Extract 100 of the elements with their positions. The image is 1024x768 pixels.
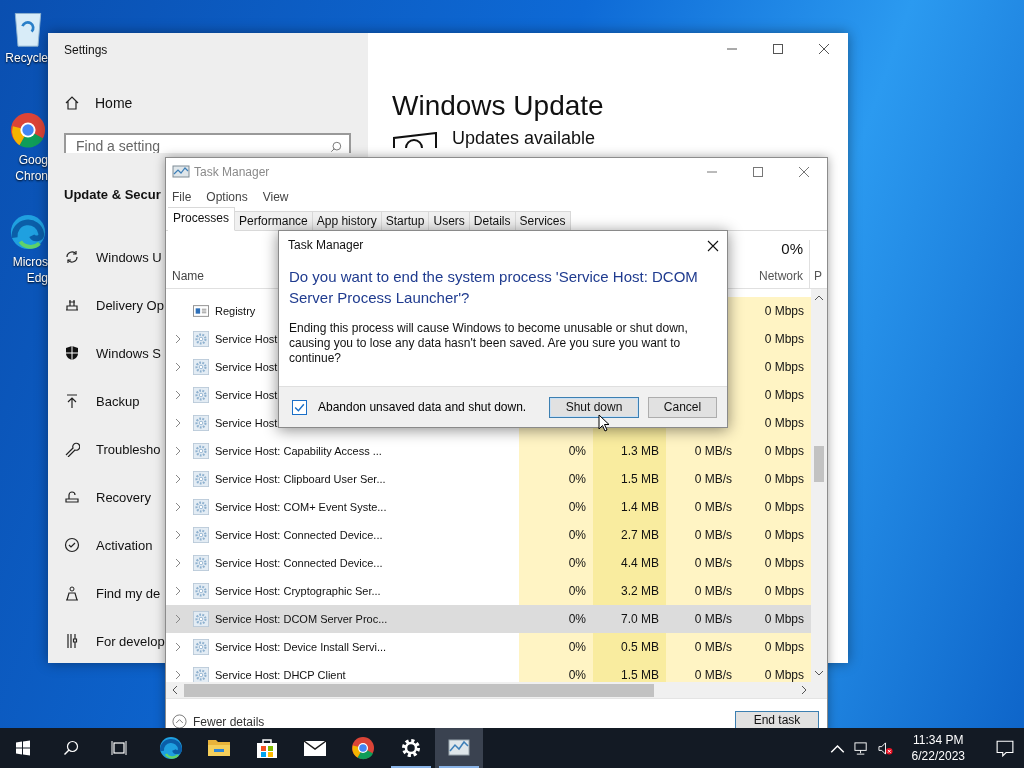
gear-icon	[193, 583, 209, 599]
shut-down-button[interactable]: Shut down	[549, 396, 639, 418]
horizontal-scrollbar[interactable]	[166, 682, 827, 698]
tab[interactable]: Performance	[234, 211, 313, 230]
nav-item[interactable]: Find my de	[64, 584, 161, 602]
chevron-icon[interactable]	[175, 586, 181, 596]
desktop-icon-label: Micros	[12, 254, 48, 270]
chevron-icon[interactable]	[175, 446, 181, 456]
table-cell: 3.2 MB	[593, 577, 666, 605]
process-name: Service Host: Connected Device...	[215, 557, 383, 569]
table-cell: 0%	[519, 549, 593, 577]
collapse-icon	[172, 714, 187, 729]
table-cell: 0 MB/s	[666, 549, 739, 577]
checkbox-label[interactable]: Abandon unsaved data and shut down.	[318, 400, 527, 414]
nav-item[interactable]: For develop	[64, 632, 165, 650]
process-row[interactable]: Service Host: Connected Device... 0% 2.7 MB 0 MB/s 0 Mbps	[166, 521, 811, 549]
tab[interactable]: Processes	[168, 207, 236, 231]
nav-item[interactable]: Windows S	[64, 344, 162, 362]
column-header[interactable]: P	[810, 269, 822, 288]
edge-icon	[159, 736, 183, 760]
chevron-icon[interactable]	[175, 362, 181, 372]
table-cell: 0%	[519, 437, 593, 465]
gear-icon	[193, 443, 209, 459]
scrollbar-thumb[interactable]	[814, 446, 824, 482]
window-title: Task Manager	[194, 165, 270, 179]
table-cell: 0.5 MB	[593, 633, 666, 661]
process-row[interactable]: Service Host: Clipboard User Ser... 0% 1.5 MB 0 MB/s 0 Mbps	[166, 465, 811, 493]
close-icon[interactable]	[818, 43, 830, 55]
chevron-icon[interactable]	[175, 558, 181, 568]
tab[interactable]: Services	[514, 211, 571, 230]
tab[interactable]: Details	[468, 211, 516, 230]
gear-icon	[193, 415, 209, 431]
chevron-icon[interactable]	[175, 334, 181, 344]
desktop-icon-label: Goog	[18, 152, 48, 168]
gear-icon	[193, 667, 209, 682]
registry-icon	[193, 303, 209, 319]
column-header[interactable]: 0% Network	[738, 240, 810, 288]
process-row[interactable]: Service Host: Cryptographic Ser... 0% 3.2 MB 0 MB/s 0 Mbps	[166, 577, 811, 605]
tools-icon	[64, 633, 80, 649]
taskbar-button[interactable]	[435, 728, 483, 768]
menu-item[interactable]: View	[262, 190, 289, 204]
menu-item[interactable]: Options	[206, 190, 248, 204]
network-icon[interactable]	[853, 740, 869, 756]
process-row[interactable]: Service Host: Capability Access ... 0% 1.3 MB 0 MB/s 0 Mbps	[166, 437, 811, 465]
tab[interactable]: App history	[311, 211, 382, 230]
process-name: Service Host: Clipboard User Ser...	[215, 473, 386, 485]
scroll-up-icon[interactable]	[814, 295, 824, 301]
cancel-button[interactable]: Cancel	[648, 396, 717, 418]
gear-icon	[193, 387, 209, 403]
gear-icon	[399, 736, 423, 760]
process-row[interactable]: Service Host: Device Install Servi... 0% 0.5 MB 0 MB/s 0 Mbps	[166, 633, 811, 661]
nav-item[interactable]: Troublesho	[64, 440, 161, 458]
nav-item[interactable]: Recovery	[64, 488, 151, 506]
notification-icon[interactable]	[996, 739, 1014, 757]
desktop-icon-label: Recycle	[5, 50, 48, 66]
chrome-icon[interactable]	[9, 110, 47, 150]
clock[interactable]: 11:34 PM 6/22/2023	[901, 732, 975, 764]
close-icon[interactable]	[707, 240, 719, 252]
chevron-icon[interactable]	[175, 614, 181, 624]
scroll-down-icon[interactable]	[814, 670, 824, 676]
vertical-scrollbar[interactable]	[811, 289, 827, 682]
checkbox[interactable]	[292, 399, 307, 415]
edge-icon[interactable]	[9, 212, 47, 252]
chevron-icon[interactable]	[175, 502, 181, 512]
chevron-icon[interactable]	[175, 418, 181, 428]
process-row[interactable]: Service Host: Connected Device... 0% 4.4 MB 0 MB/s 0 Mbps	[166, 549, 811, 577]
tab[interactable]: Startup	[380, 211, 430, 230]
home-link[interactable]: Home	[64, 95, 133, 111]
menu-item[interactable]: File	[172, 190, 192, 204]
chevron-icon[interactable]	[175, 474, 181, 484]
table-cell: 0 MB/s	[666, 577, 739, 605]
chevron-icon[interactable]	[175, 670, 181, 680]
chevron-icon[interactable]	[175, 530, 181, 540]
process-name: Service Host: Device Install Servi...	[215, 641, 387, 653]
process-name: Service Host	[215, 417, 278, 429]
tab[interactable]: Users	[428, 211, 470, 230]
scroll-right-icon[interactable]	[801, 685, 807, 695]
maximize-icon[interactable]	[772, 43, 784, 55]
nav-item[interactable]: Delivery Op	[64, 296, 164, 314]
end-task-button[interactable]: End task	[735, 711, 819, 728]
nav-item[interactable]: Windows U	[64, 248, 162, 266]
section-heading: Update & Secur	[64, 187, 161, 202]
process-row[interactable]: Service Host: DCOM Server Proc... 0% 7.0 MB 0 MB/s 0 Mbps	[166, 605, 811, 633]
network-usage: 0%	[781, 240, 803, 257]
fewer-details-link[interactable]: Fewer details	[172, 714, 265, 729]
desktop-icon-label: Edg	[26, 270, 48, 286]
nav-item[interactable]: Activation	[64, 536, 153, 554]
search-field[interactable]: Find a setting	[64, 133, 351, 153]
update-icon	[392, 132, 438, 148]
table-cell: 0%	[519, 633, 593, 661]
scrollbar-thumb[interactable]	[184, 683, 654, 697]
page-title: Windows Update	[392, 90, 604, 122]
table-cell: 0 Mbps	[739, 325, 811, 353]
nav-item[interactable]: Backup	[64, 392, 140, 410]
volume-muted-icon[interactable]	[877, 740, 893, 756]
chevron-icon[interactable]	[175, 390, 181, 400]
chevron-icon[interactable]	[175, 642, 181, 652]
maximize-icon[interactable]	[752, 166, 764, 178]
scroll-left-icon[interactable]	[172, 685, 178, 695]
process-row[interactable]: Service Host: COM+ Event Syste... 0% 1.4 MB 0 MB/s 0 Mbps	[166, 493, 811, 521]
